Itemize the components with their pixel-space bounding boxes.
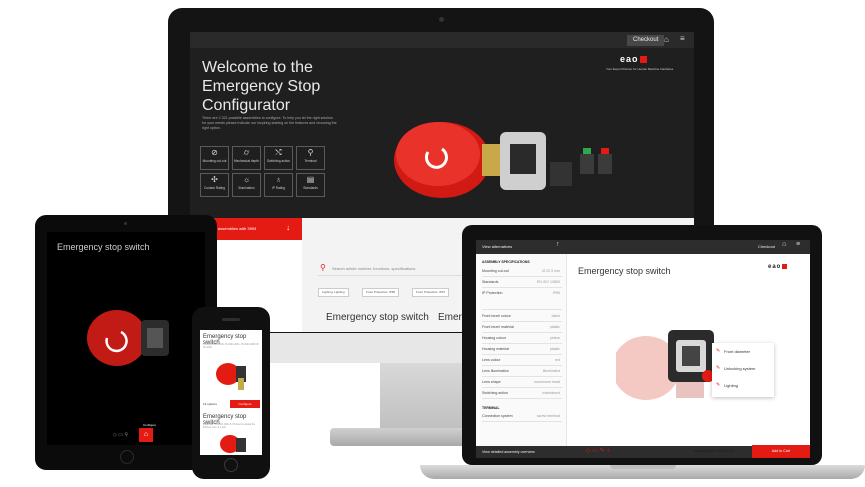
laptop-topbar: View alternatives ↑ Checkout ⌂ ≡ xyxy=(476,240,810,254)
spec-row[interactable]: Front bezel colour black xyxy=(482,312,562,322)
filter-chip[interactable]: Front Protection: IP67 xyxy=(412,288,450,297)
filter-chip[interactable]: Front Protection: IP66 xyxy=(362,288,400,297)
laptop-notch xyxy=(610,465,676,469)
cylinder-icon: ⌭ xyxy=(243,148,250,157)
cart-icon[interactable]: ⌂ xyxy=(782,241,786,248)
add-to-cart-button[interactable]: Add to Cart xyxy=(752,445,810,458)
cart-icon[interactable]: ⌂ xyxy=(664,35,669,44)
result-card-title[interactable]: Emergency stop switch xyxy=(326,312,429,323)
tile-terminal[interactable]: ⚲ Terminal xyxy=(296,146,325,170)
spec-row[interactable]: IP Protection IP65 xyxy=(482,289,562,310)
tablet-title: Emergency stop switch xyxy=(57,242,150,252)
pin-icon: ⚲ xyxy=(307,148,314,157)
filter-chip[interactable]: Lighting: Lighting xyxy=(318,288,349,297)
page-title: Welcome to the Emergency Stop Configurat… xyxy=(202,59,321,114)
pencil-icon: ✎ xyxy=(716,365,721,371)
circle-slash-icon: ⊘ xyxy=(211,148,218,157)
tile-switching-action[interactable]: ⤭ Switching action xyxy=(264,146,293,170)
phone-screen: Emergency stop switch 45.2000.1029 9000,… xyxy=(200,330,262,455)
result-card-title[interactable]: Emer xyxy=(438,312,462,323)
tile-mechanical-depth[interactable]: ⌭ Mechanical depth xyxy=(232,146,261,170)
spec-row[interactable]: Housing colour yellow xyxy=(482,334,562,344)
phone-desc-2: Assembly: 45.2001.0001.5, Pictured is ad… xyxy=(203,423,256,430)
tile-mounting-cutout[interactable]: ⊘ Mounting cut-out xyxy=(200,146,229,170)
phone-product-image-2 xyxy=(220,435,246,453)
tablet-toolbar-icons[interactable]: ◇ ▭ ⚲ xyxy=(113,432,128,438)
specs-header: ASSEMBLY SPECIFICATIONS xyxy=(482,260,530,264)
tablet-cart-button[interactable]: ⌂ xyxy=(139,428,153,442)
bulb-icon: ☼ xyxy=(242,175,251,184)
laptop-screen: View alternatives ↑ Checkout ⌂ ≡ ASSEMBL… xyxy=(476,240,810,458)
phone-desc: 45.2000.1029 9000, 45.2001.2001, 45.2001… xyxy=(203,343,259,350)
checkout-button[interactable]: Checkout xyxy=(627,35,665,46)
feature-menu: ✎ Front diameter ✎ Unlocking system ✎ Li… xyxy=(712,343,774,397)
spec-row[interactable]: Lens shape mushroom head xyxy=(482,378,562,388)
menu-icon[interactable]: ≡ xyxy=(796,241,800,248)
menu-item-lighting[interactable]: Lighting xyxy=(724,383,738,388)
shuffle-icon: ⤭ xyxy=(275,148,282,157)
product-title: Emergency stop switch xyxy=(578,266,671,276)
monitor-camera xyxy=(439,17,444,22)
spec-row[interactable]: Connection system screw terminal xyxy=(482,412,562,422)
pencil-icon: ✎ xyxy=(716,382,721,388)
contact-icon: ✣ xyxy=(211,175,218,184)
tile-contact-rating[interactable]: ✣ Contact Rating xyxy=(200,173,229,197)
droplet-icon: ♁ xyxy=(275,175,282,184)
laptop-brand-logo: eao xyxy=(768,264,788,270)
tablet-home-button[interactable] xyxy=(120,450,134,464)
spec-row[interactable]: Front bezel material plastic xyxy=(482,323,562,333)
arrow-up-icon[interactable]: ↑ xyxy=(556,241,560,248)
view-alternatives-button[interactable]: View alternatives xyxy=(482,240,512,254)
brand-logo: eao xyxy=(620,54,647,64)
document-icon: ▤ xyxy=(306,175,315,184)
tablet-product-image xyxy=(87,310,169,366)
menu-item-unlocking-system[interactable]: Unlocking system xyxy=(724,366,755,371)
phone-home-button[interactable] xyxy=(224,458,238,472)
menu-item-front-diameter[interactable]: Front diameter xyxy=(724,349,750,354)
intro-text: There are 2 321 possible assemblies to c… xyxy=(202,116,337,131)
tablet-screen: Emergency stop switch ⌂ Configure ◇ ▭ ⚲ xyxy=(47,232,205,445)
phone-speaker xyxy=(222,318,240,321)
tile-ip-rating[interactable]: ♁ IP Rating xyxy=(264,173,293,197)
pencil-icon: ✎ xyxy=(716,348,721,354)
spec-row[interactable]: Lens colour red xyxy=(482,356,562,366)
specs-sidebar: ASSEMBLY SPECIFICATIONS Mounting cut-out… xyxy=(476,254,567,446)
tile-standards[interactable]: ▤ Standards xyxy=(296,173,325,197)
monitor-topbar: Checkout ⌂ ≡ xyxy=(190,32,694,48)
phone-configure-button[interactable]: Configure xyxy=(230,400,260,408)
phone-options-count: 13 options xyxy=(203,402,217,406)
spec-row[interactable]: Housing material plastic xyxy=(482,345,562,355)
menu-icon[interactable]: ≡ xyxy=(680,34,685,44)
search-icon: ⚲ xyxy=(320,263,326,272)
arrow-down-icon[interactable]: ↓ xyxy=(286,223,290,232)
spec-row[interactable]: Lens illumination illuminated xyxy=(482,367,562,377)
tablet-camera xyxy=(124,222,127,225)
tablet-configure-label: Configure xyxy=(143,423,157,427)
assembly-price: Assembly for 118.50 CHF xyxy=(694,449,735,453)
hero-product-image xyxy=(394,122,612,198)
laptop-product-image xyxy=(616,330,714,400)
terminal-header: TERMINAL xyxy=(482,406,500,410)
brand-tagline: Your Expert Partner for Human Machine In… xyxy=(606,67,674,71)
detailed-overview-link[interactable]: View detailed assembly overview xyxy=(482,446,535,458)
tile-illumination[interactable]: ☼ Illumination xyxy=(232,173,261,197)
laptop-checkout-button[interactable]: Checkout xyxy=(758,240,775,254)
spec-row[interactable]: Mounting cut-out Ø 22.3 mm xyxy=(482,267,562,277)
phone-product-image xyxy=(216,363,246,390)
spec-row[interactable]: Switching action maintained xyxy=(482,389,562,399)
toolbar-icons[interactable]: ◇ ▭ ✎ ♁ xyxy=(586,447,611,454)
spec-row[interactable]: Standards EN ISO 13850 xyxy=(482,278,562,288)
